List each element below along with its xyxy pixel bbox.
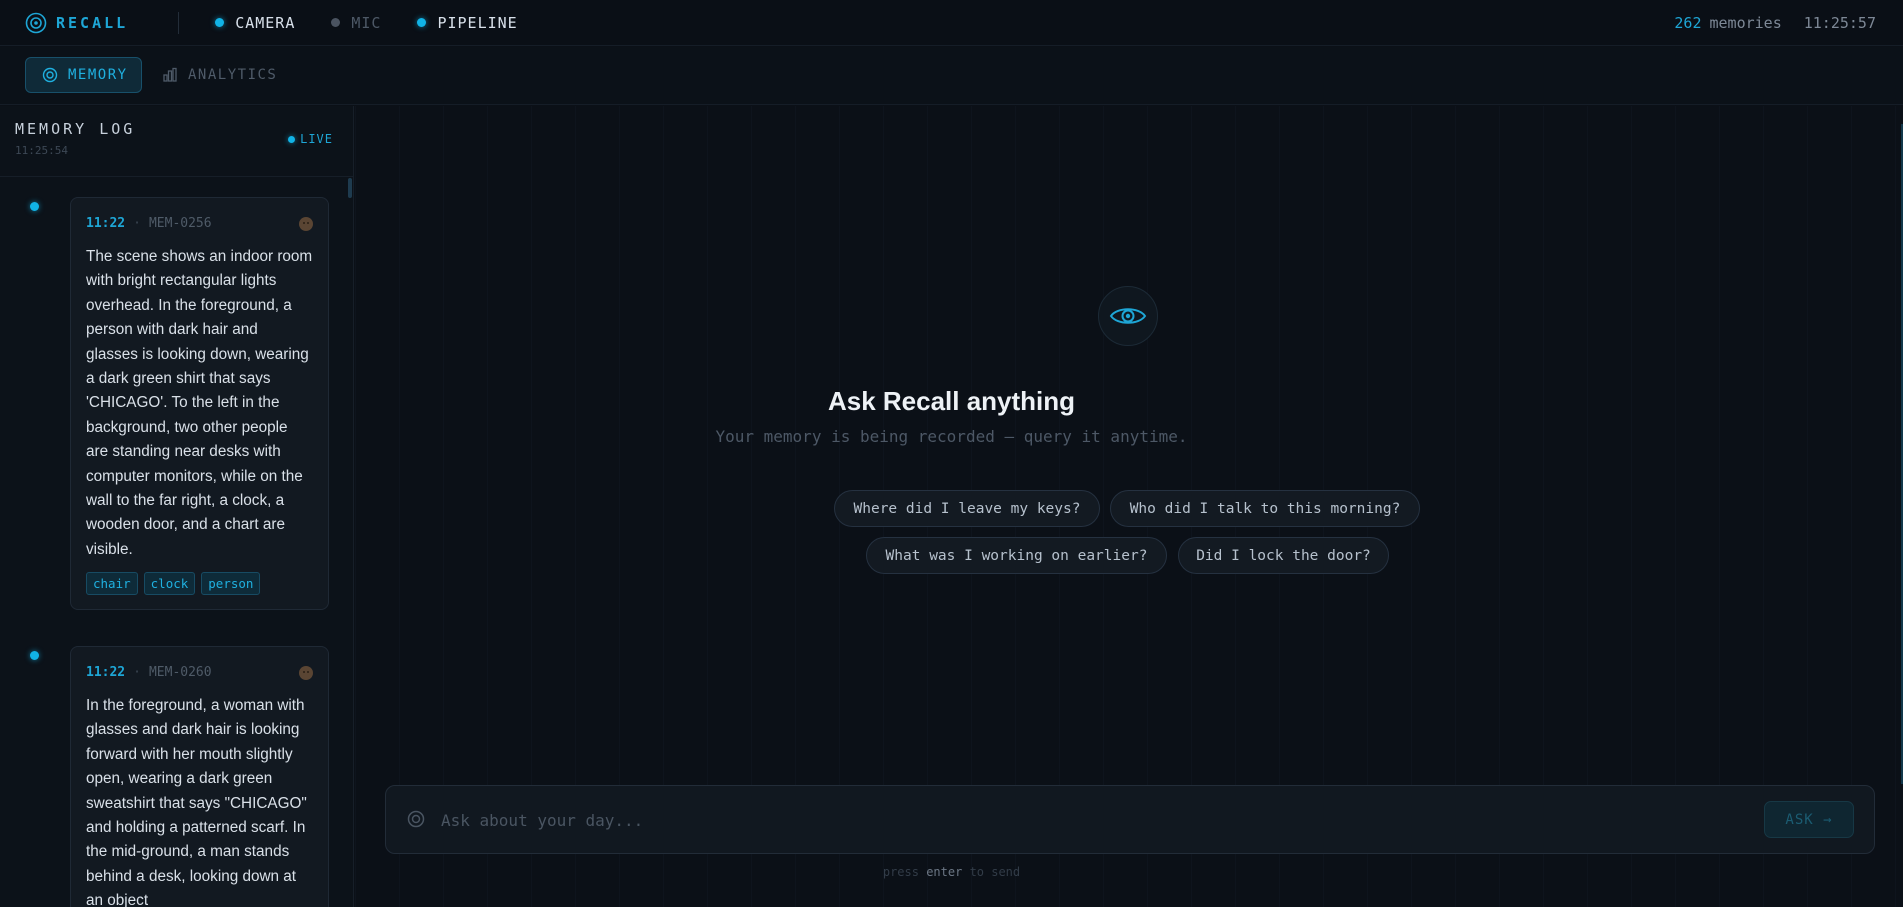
memory-card-meta: 11:22 · MEM-0260 <box>86 665 313 680</box>
hint-key: enter <box>926 865 963 879</box>
status-camera[interactable]: CAMERA <box>215 14 295 32</box>
ask-button[interactable]: ASK → <box>1764 801 1854 838</box>
meta-separator: · <box>133 216 141 231</box>
tag-chip[interactable]: person <box>201 572 261 596</box>
memory-tags: chair clock person <box>86 572 313 596</box>
status-dot-icon <box>215 18 225 27</box>
suggestion-chip[interactable]: Who did I talk to this morning? <box>1110 490 1420 527</box>
bar-chart-icon <box>163 67 177 82</box>
timeline-dot-icon <box>30 651 39 660</box>
status-dot-icon <box>417 18 427 27</box>
memory-id: MEM-0260 <box>148 665 212 680</box>
memory-card-meta: 11:22 · MEM-0256 <box>86 216 313 231</box>
timeline-dot-icon <box>30 202 39 211</box>
nav-bar: MEMORY ANALYTICS <box>0 47 1903 105</box>
hint-text: to send <box>969 865 1021 879</box>
hero-subtitle: Your memory is being recorded — query it… <box>715 427 1188 446</box>
live-dot-icon <box>288 135 296 143</box>
tab-label: ANALYTICS <box>188 67 278 83</box>
tab-memory[interactable]: MEMORY <box>25 57 142 93</box>
send-hint: press enter to send <box>0 865 1903 879</box>
target-logo-icon <box>25 12 47 33</box>
memory-time: 11:22 <box>86 216 126 231</box>
hint-text: press <box>882 865 919 879</box>
memory-count-label: memories <box>1709 14 1782 32</box>
memory-id: MEM-0256 <box>148 216 212 231</box>
suggestion-chip[interactable]: Where did I leave my keys? <box>834 490 1100 527</box>
status-label: CAMERA <box>235 13 296 32</box>
face-thumbnail-icon <box>299 665 313 680</box>
suggestion-chip[interactable]: Did I lock the door? <box>1178 537 1389 574</box>
tag-chip[interactable]: chair <box>86 572 138 596</box>
meta-separator: · <box>133 665 141 680</box>
eye-icon <box>1109 308 1147 324</box>
tab-label: MEMORY <box>68 67 128 83</box>
chat-input-box[interactable]: ASK → <box>385 785 1875 854</box>
memory-log-header: MEMORY LOG 11:25:54 LIVE <box>0 106 353 177</box>
target-icon <box>407 810 425 828</box>
hero-icon-circle <box>1098 286 1158 346</box>
live-indicator: LIVE <box>288 132 333 146</box>
live-label: LIVE <box>300 132 333 146</box>
memory-count: 262 <box>1674 14 1702 32</box>
scrollbar-thumb[interactable] <box>348 178 352 198</box>
face-thumbnail-icon <box>299 216 313 231</box>
top-right-info: 262 memories 11:25:57 <box>1674 0 1876 46</box>
app-name: RECALL <box>56 13 129 32</box>
memory-log-time: 11:25:54 <box>15 144 68 157</box>
status-label: MIC <box>351 13 382 32</box>
status-mic[interactable]: MIC <box>331 14 381 32</box>
status-dot-icon <box>331 18 341 27</box>
tab-analytics[interactable]: ANALYTICS <box>162 57 277 93</box>
suggestion-chip[interactable]: What was I working on earlier? <box>866 537 1167 574</box>
target-icon <box>42 67 58 83</box>
tag-chip[interactable]: clock <box>143 572 196 596</box>
status-label: PIPELINE <box>437 13 518 32</box>
top-bar: RECALL CAMERA MIC PIPELINE 262 memories … <box>0 0 1903 46</box>
memory-time: 11:22 <box>86 665 126 680</box>
header-clock: 11:25:57 <box>1803 14 1876 32</box>
hero-title: Ask Recall anything <box>827 386 1076 416</box>
chat-input[interactable] <box>441 804 1641 836</box>
status-pipeline[interactable]: PIPELINE <box>417 14 517 32</box>
divider <box>178 11 180 34</box>
brand: RECALL <box>25 12 128 34</box>
memory-log-title: MEMORY LOG <box>15 120 136 138</box>
memory-log-sidebar: MEMORY LOG 11:25:54 LIVE 11:22 · MEM-025… <box>0 106 354 907</box>
